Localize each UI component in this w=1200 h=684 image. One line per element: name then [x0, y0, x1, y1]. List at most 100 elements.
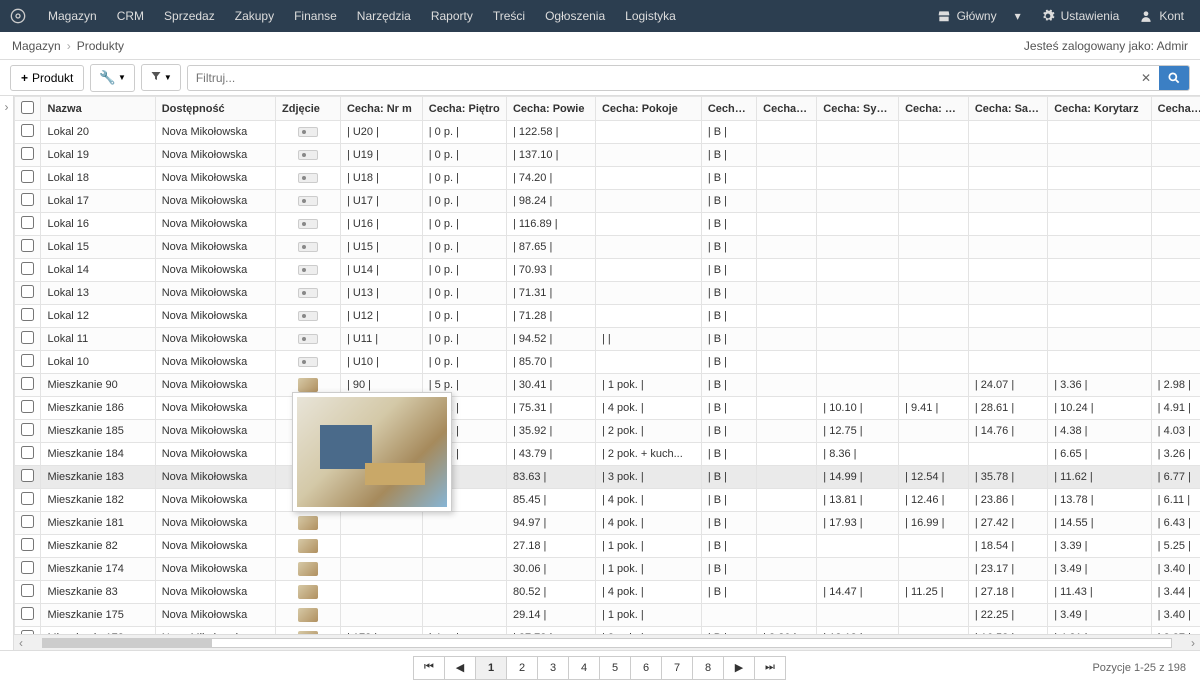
- table-row[interactable]: Mieszkanie 183Nova Mikołowska83.63 || 3 …: [15, 466, 1200, 489]
- column-header[interactable]: Nazwa: [41, 97, 155, 121]
- thumbnail-icon[interactable]: [298, 608, 318, 622]
- table-row[interactable]: Mieszkanie 182Nova Mikołowska85.45 || 4 …: [15, 489, 1200, 512]
- nav-narzędzia[interactable]: Narzędzia: [347, 1, 421, 31]
- clear-filter-button[interactable]: ✕: [1133, 71, 1159, 85]
- nav-finanse[interactable]: Finanse: [284, 1, 347, 31]
- thumbnail-icon[interactable]: [298, 242, 318, 252]
- thumbnail-icon[interactable]: [298, 311, 318, 321]
- row-checkbox[interactable]: [21, 239, 34, 252]
- thumbnail-icon[interactable]: [298, 127, 318, 137]
- row-checkbox[interactable]: [21, 400, 34, 413]
- column-header[interactable]: Cecha: Salon: [968, 97, 1047, 121]
- nav-magazyn[interactable]: Magazyn: [38, 1, 107, 31]
- thumbnail-icon[interactable]: [298, 265, 318, 275]
- table-row[interactable]: Lokal 12Nova Mikołowska| U12 || 0 p. || …: [15, 305, 1200, 328]
- nav-sprzedaz[interactable]: Sprzedaz: [154, 1, 225, 31]
- row-checkbox[interactable]: [21, 285, 34, 298]
- scroll-right-arrow[interactable]: ›: [1186, 636, 1200, 650]
- column-header[interactable]: Cecha: Nr m: [340, 97, 422, 121]
- thumbnail-icon[interactable]: [298, 150, 318, 160]
- row-checkbox[interactable]: [21, 538, 34, 551]
- row-checkbox[interactable]: [21, 607, 34, 620]
- tools-dropdown[interactable]: 🔧 ▼: [90, 64, 135, 92]
- table-row[interactable]: Lokal 11Nova Mikołowska| U11 || 0 p. || …: [15, 328, 1200, 351]
- thumbnail-icon[interactable]: [298, 219, 318, 229]
- table-row[interactable]: Lokal 13Nova Mikołowska| U13 || 0 p. || …: [15, 282, 1200, 305]
- row-checkbox[interactable]: [21, 469, 34, 482]
- thumbnail-icon[interactable]: [298, 516, 318, 530]
- thumbnail-icon[interactable]: [298, 585, 318, 599]
- column-header[interactable]: Cecha: Lo: [757, 97, 817, 121]
- row-checkbox[interactable]: [21, 584, 34, 597]
- search-button[interactable]: [1159, 65, 1189, 91]
- row-checkbox[interactable]: [21, 308, 34, 321]
- table-row[interactable]: Mieszkanie 83Nova Mikołowska80.52 || 4 p…: [15, 581, 1200, 604]
- horizontal-scrollbar[interactable]: ‹ ›: [14, 634, 1200, 650]
- table-row[interactable]: Mieszkanie 186Nova Mikołowska| 186 || 5 …: [15, 397, 1200, 420]
- row-checkbox[interactable]: [21, 423, 34, 436]
- column-header[interactable]: Cecha: Sypia: [817, 97, 899, 121]
- row-checkbox[interactable]: [21, 354, 34, 367]
- table-row[interactable]: Mieszkanie 185Nova Mikołowska| 185 || 5 …: [15, 420, 1200, 443]
- column-header[interactable]: Cecha: Pokoje: [595, 97, 701, 121]
- column-header[interactable]: Cecha: Ła: [1151, 97, 1200, 121]
- scrollbar-thumb[interactable]: [43, 639, 212, 647]
- nav-treści[interactable]: Treści: [483, 1, 535, 31]
- column-header[interactable]: Cecha: Powie: [506, 97, 595, 121]
- row-checkbox[interactable]: [21, 561, 34, 574]
- row-checkbox[interactable]: [21, 170, 34, 183]
- filter-dropdown[interactable]: ▼: [141, 64, 181, 91]
- nav-ogłoszenia[interactable]: Ogłoszenia: [535, 1, 615, 31]
- table-row[interactable]: Mieszkanie 82Nova Mikołowska27.18 || 1 p…: [15, 535, 1200, 558]
- app-logo-icon[interactable]: [8, 6, 28, 26]
- column-header[interactable]: Cecha: Bu: [701, 97, 756, 121]
- store-selector[interactable]: Główny ▾: [929, 3, 1029, 29]
- select-all-checkbox[interactable]: [21, 101, 34, 114]
- column-header[interactable]: Cecha: Piętro: [422, 97, 506, 121]
- thumbnail-icon[interactable]: [298, 378, 318, 392]
- thumbnail-icon[interactable]: [298, 562, 318, 576]
- row-checkbox[interactable]: [21, 262, 34, 275]
- add-product-button[interactable]: + Produkt: [10, 65, 84, 91]
- column-header[interactable]: Dostępność: [155, 97, 275, 121]
- row-checkbox[interactable]: [21, 193, 34, 206]
- row-checkbox[interactable]: [21, 331, 34, 344]
- table-row[interactable]: Mieszkanie 90Nova Mikołowska| 90 || 5 p.…: [15, 374, 1200, 397]
- expand-sidebar-handle[interactable]: ›: [0, 96, 14, 650]
- row-checkbox[interactable]: [21, 515, 34, 528]
- row-checkbox[interactable]: [21, 446, 34, 459]
- table-row[interactable]: Lokal 10Nova Mikołowska| U10 || 0 p. || …: [15, 351, 1200, 374]
- nav-zakupy[interactable]: Zakupy: [225, 1, 284, 31]
- thumbnail-icon[interactable]: [298, 539, 318, 553]
- column-header[interactable]: [15, 97, 41, 121]
- row-checkbox[interactable]: [21, 124, 34, 137]
- column-header[interactable]: Zdjęcie: [276, 97, 341, 121]
- table-row[interactable]: Lokal 19Nova Mikołowska| U19 || 0 p. || …: [15, 144, 1200, 167]
- nav-crm[interactable]: CRM: [107, 1, 154, 31]
- column-header[interactable]: Cecha: Korytarz: [1048, 97, 1151, 121]
- settings-link[interactable]: Ustawienia: [1033, 3, 1128, 29]
- row-checkbox[interactable]: [21, 147, 34, 160]
- filter-input[interactable]: [188, 67, 1133, 89]
- table-row[interactable]: Lokal 14Nova Mikołowska| U14 || 0 p. || …: [15, 259, 1200, 282]
- thumbnail-icon[interactable]: [298, 196, 318, 206]
- column-header[interactable]: Cecha: Syp: [899, 97, 969, 121]
- nav-raporty[interactable]: Raporty: [421, 1, 483, 31]
- table-row[interactable]: Mieszkanie 175Nova Mikołowska29.14 || 1 …: [15, 604, 1200, 627]
- table-row[interactable]: Lokal 20Nova Mikołowska| U20 || 0 p. || …: [15, 121, 1200, 144]
- scroll-left-arrow[interactable]: ‹: [14, 636, 28, 650]
- table-row[interactable]: Lokal 17Nova Mikołowska| U17 || 0 p. || …: [15, 190, 1200, 213]
- nav-logistyka[interactable]: Logistyka: [615, 1, 686, 31]
- thumbnail-icon[interactable]: [298, 173, 318, 183]
- row-checkbox[interactable]: [21, 377, 34, 390]
- table-row[interactable]: Lokal 16Nova Mikołowska| U16 || 0 p. || …: [15, 213, 1200, 236]
- table-row[interactable]: Mieszkanie 174Nova Mikołowska30.06 || 1 …: [15, 558, 1200, 581]
- thumbnail-icon[interactable]: [298, 288, 318, 298]
- thumbnail-icon[interactable]: [298, 334, 318, 344]
- table-row[interactable]: Lokal 15Nova Mikołowska| U15 || 0 p. || …: [15, 236, 1200, 259]
- table-row[interactable]: Mieszkanie 184Nova Mikołowska| 184 || 5 …: [15, 443, 1200, 466]
- row-checkbox[interactable]: [21, 216, 34, 229]
- table-row[interactable]: Lokal 18Nova Mikołowska| U18 || 0 p. || …: [15, 167, 1200, 190]
- table-row[interactable]: Mieszkanie 181Nova Mikołowska94.97 || 4 …: [15, 512, 1200, 535]
- breadcrumb-root[interactable]: Magazyn: [12, 39, 61, 53]
